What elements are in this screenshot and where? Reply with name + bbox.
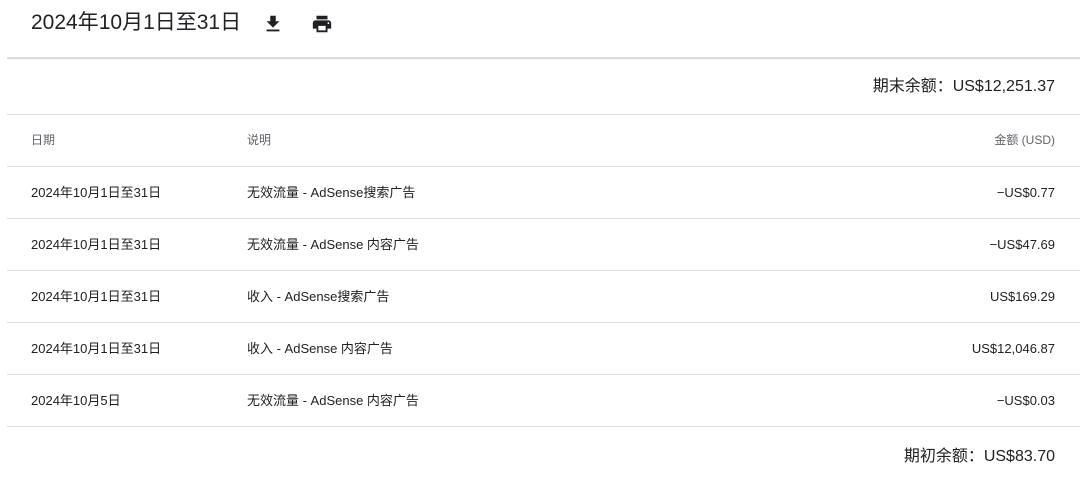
transactions-table: 日期 说明 金额 (USD) 2024年10月1日至31日 无效流量 - AdS… [7,114,1080,427]
header-divider [7,57,1080,59]
table-row: 2024年10月1日至31日 无效流量 - AdSense搜索广告 −US$0.… [7,167,1080,219]
statement-header: 2024年10月1日至31日 [0,0,1080,48]
statement-page: 2024年10月1日至31日 期末余额：US$12,251.37 日期 说明 金… [0,0,1080,481]
row-description: 收入 - AdSense 内容广告 [247,341,393,356]
row-date: 2024年10月1日至31日 [31,185,162,200]
row-date: 2024年10月1日至31日 [31,237,162,252]
column-header-description: 说明 [247,133,272,147]
page-title: 2024年10月1日至31日 [31,11,242,34]
table-row: 2024年10月1日至31日 无效流量 - AdSense 内容广告 −US$4… [7,219,1080,271]
print-icon-glyph [312,15,332,33]
table-row: 2024年10月1日至31日 收入 - AdSense 内容广告 US$12,0… [7,323,1080,375]
row-description: 无效流量 - AdSense搜索广告 [247,185,416,200]
row-amount: −US$0.77 [996,185,1055,200]
row-amount: US$169.29 [989,289,1055,304]
row-description: 无效流量 - AdSense 内容广告 [247,393,419,408]
opening-balance: 期初余额：US$83.70 [903,448,1055,465]
print-icon[interactable] [310,12,334,36]
table-row: 2024年10月5日 无效流量 - AdSense 内容广告 −US$0.03 [7,375,1080,427]
row-description: 收入 - AdSense搜索广告 [247,289,390,304]
closing-balance: 期末余额：US$12,251.37 [872,78,1055,95]
row-date: 2024年10月1日至31日 [31,289,162,304]
table-row: 2024年10月1日至31日 收入 - AdSense搜索广告 US$169.2… [7,271,1080,323]
row-amount: −US$47.69 [989,237,1055,252]
row-description: 无效流量 - AdSense 内容广告 [247,237,419,252]
column-header-amount: 金额 (USD) [994,133,1055,147]
download-icon-glyph [266,15,280,32]
download-icon[interactable] [261,12,285,36]
row-amount: −US$0.03 [996,393,1055,408]
table-header-row: 日期 说明 金额 (USD) [7,115,1080,167]
row-date: 2024年10月5日 [31,393,121,408]
row-amount: US$12,046.87 [971,341,1055,356]
column-header-date: 日期 [31,133,56,147]
row-date: 2024年10月1日至31日 [31,341,162,356]
